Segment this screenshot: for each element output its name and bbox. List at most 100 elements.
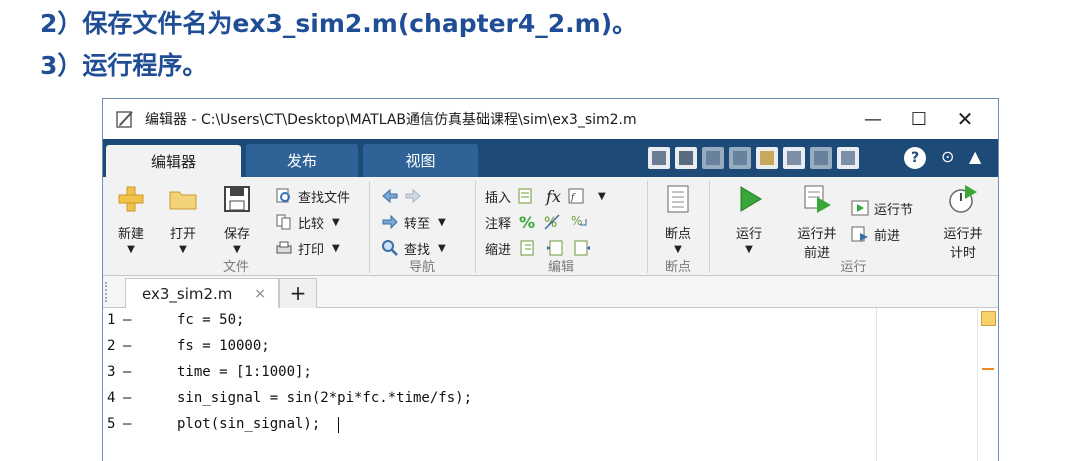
breakpoints-icon <box>667 185 689 213</box>
goto-label: 转至 <box>404 216 431 232</box>
quick-access-undo-icon[interactable] <box>783 147 805 169</box>
minimize-button[interactable]: — <box>850 99 896 139</box>
matlab-editor-window: 编辑器 - C:\Users\CT\Desktop\MATLAB通信仿真基础课程… <box>102 98 999 461</box>
quick-access-redo-icon[interactable] <box>810 147 832 169</box>
advance-label: 前进 <box>874 228 901 244</box>
quick-access-paste-icon[interactable] <box>756 147 778 169</box>
quick-access-save-icon[interactable] <box>675 147 697 169</box>
save-label: 保存 <box>223 227 250 242</box>
find-files-icon <box>276 188 290 203</box>
file-tab-bar: ex3_sim2.m × + <box>103 276 998 309</box>
vertical-scrollbar[interactable] <box>977 308 998 461</box>
code-editor[interactable]: 1 — fc = 50; 2 — fs = 10000; 3 — time = … <box>103 308 998 461</box>
open-folder-icon <box>169 191 197 210</box>
breakpoint-marker[interactable]: — <box>123 364 131 380</box>
run-section-icon <box>851 200 869 216</box>
run-group-label: 运行 <box>840 260 867 275</box>
run-button[interactable]: 运行 ▼ <box>727 183 771 255</box>
smart-indent-icon <box>520 240 534 256</box>
insert-button[interactable]: 插入 fx f ▼ <box>485 185 606 207</box>
quick-access-copy-icon[interactable] <box>729 147 751 169</box>
code-line[interactable]: 4 — sin_signal = sin(2*pi*fc.*time/fs); <box>103 386 863 412</box>
line-number: 5 <box>107 416 116 432</box>
text-caret <box>338 417 339 433</box>
run-advance-label-1: 运行并 <box>797 227 837 242</box>
close-window-button[interactable]: ✕ <box>942 99 988 139</box>
minimize-ribbon-icon[interactable]: ▲ <box>969 147 981 166</box>
code-text[interactable]: fc = 50; <box>177 312 244 328</box>
file-group-label: 文件 <box>222 260 249 275</box>
find-dropdown-icon: ▼ <box>438 242 446 254</box>
run-section-label: 运行节 <box>874 202 914 218</box>
code-analyzer-status-icon[interactable] <box>981 311 996 326</box>
insert-label: 插入 <box>485 190 512 206</box>
compare-icon <box>276 214 291 230</box>
code-line[interactable]: 1 — fc = 50; <box>103 308 863 334</box>
save-button[interactable]: 保存 ▼ <box>215 183 259 255</box>
code-line[interactable]: 3 — time = [1:1000]; <box>103 360 863 386</box>
goto-icon <box>382 214 398 230</box>
file-tab-name: ex3_sim2.m <box>142 285 233 303</box>
edit-group-label: 编辑 <box>547 260 574 275</box>
code-line[interactable]: 5 — plot(sin_signal); <box>103 412 863 438</box>
close-tab-icon[interactable]: × <box>254 286 266 302</box>
breakpoint-marker[interactable]: — <box>123 416 131 432</box>
slide-line-run-program: 3）运行程序。 <box>40 51 208 80</box>
quick-access-cut-icon[interactable] <box>702 147 724 169</box>
new-button[interactable]: 新建 ▼ <box>109 183 153 255</box>
help-icon[interactable]: ? <box>904 147 926 169</box>
run-and-time-icon <box>949 185 977 213</box>
run-and-advance-icon <box>804 185 831 213</box>
nav-back-forward[interactable] <box>381 185 427 207</box>
breakpoint-marker[interactable]: — <box>123 312 131 328</box>
run-label: 运行 <box>735 227 762 242</box>
breakpoint-marker[interactable]: — <box>123 338 131 354</box>
new-label: 新建 <box>117 227 144 242</box>
run-and-time-button[interactable]: 运行并 计时 <box>939 183 987 261</box>
open-button[interactable]: 打开 ▼ <box>161 183 205 255</box>
find-label: 查找 <box>404 242 431 258</box>
code-text[interactable]: fs = 10000; <box>177 338 270 354</box>
editor-app-icon <box>116 111 133 128</box>
open-dropdown-icon: ▼ <box>179 244 187 255</box>
add-tab-button[interactable]: + <box>279 278 317 309</box>
code-text[interactable]: sin_signal = sin(2*pi*fc.*time/fs); <box>177 390 472 406</box>
quick-access-new-icon[interactable] <box>648 147 670 169</box>
tab-bar-grip[interactable] <box>105 282 113 302</box>
goto-button[interactable]: 转至 ▼ <box>381 211 446 233</box>
warning-marker[interactable] <box>982 368 994 370</box>
insert-function-icon[interactable]: fx <box>546 187 561 206</box>
breakpoints-button[interactable]: 断点 ▼ <box>656 183 700 255</box>
search-icon <box>382 240 398 256</box>
window-title: 编辑器 - C:\Users\CT\Desktop\MATLAB通信仿真基础课程… <box>145 112 637 128</box>
run-section-button[interactable]: 运行节 <box>851 197 913 219</box>
quick-access-switch-windows-icon[interactable] <box>837 147 859 169</box>
tab-publish[interactable]: 发布 <box>246 144 358 177</box>
wrap-comments-icon: % <box>571 214 587 228</box>
print-label: 打印 <box>298 242 325 258</box>
insert-dropdown-icon: ▼ <box>597 190 606 202</box>
run-and-advance-button[interactable]: 运行并 前进 <box>793 183 841 261</box>
uncomment-icon: % <box>544 214 560 231</box>
breakpoint-marker[interactable]: — <box>123 390 131 406</box>
comment-button[interactable]: 注释 % % % <box>485 211 593 233</box>
insert-fx-box-icon: f <box>568 188 584 204</box>
save-dropdown-icon: ▼ <box>233 244 241 255</box>
advance-button[interactable]: 前进 <box>851 223 900 245</box>
expand-ribbon-icon[interactable]: ⊙ <box>941 147 954 166</box>
ribbon-toolbar: 新建 ▼ 打开 ▼ 保存 ▼ 查找文件 比较 ▼ 打印 ▼ 文件 转至 ▼ 查找… <box>103 177 998 276</box>
compare-button[interactable]: 比较 ▼ <box>275 211 340 233</box>
code-text[interactable]: plot(sin_signal); <box>177 416 320 432</box>
open-label: 打开 <box>169 227 196 242</box>
code-text[interactable]: time = [1:1000]; <box>177 364 312 380</box>
right-text-limit-line <box>876 308 877 461</box>
code-line[interactable]: 2 — fs = 10000; <box>103 334 863 360</box>
file-tab-ex3-sim2[interactable]: ex3_sim2.m × <box>125 278 279 309</box>
run-dropdown-icon: ▼ <box>745 244 753 255</box>
breakpoints-dropdown-icon: ▼ <box>674 244 682 255</box>
maximize-button[interactable]: ☐ <box>896 99 942 139</box>
tab-view[interactable]: 视图 <box>363 144 478 177</box>
find-files-button[interactable]: 查找文件 <box>275 185 350 207</box>
tab-editor[interactable]: 编辑器 <box>106 145 241 178</box>
line-number: 3 <box>107 364 116 380</box>
